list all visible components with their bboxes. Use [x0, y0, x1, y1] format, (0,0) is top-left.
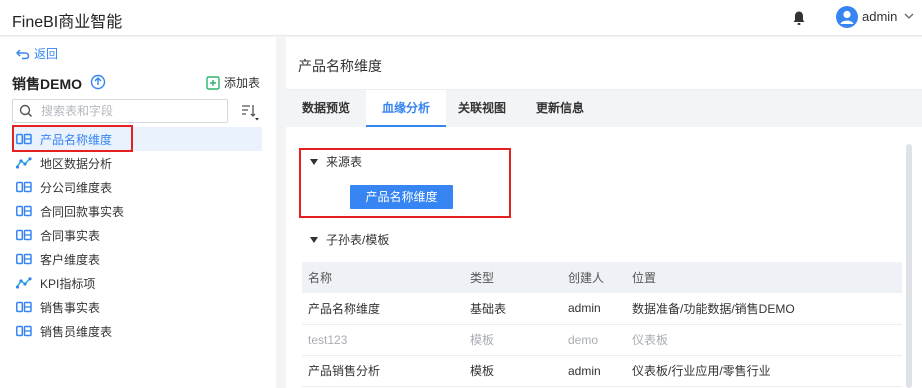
column-header: 位置	[626, 262, 902, 293]
sidebar-item[interactable]: 分公司维度表	[12, 175, 262, 199]
table-cell: admin	[562, 293, 626, 325]
highlight-box	[299, 148, 511, 218]
table-cell: 模板	[464, 324, 562, 356]
table-cell: 产品名称维度	[302, 293, 464, 325]
table-cell: 数据准备/功能数据/销售DEMO	[626, 293, 902, 325]
descendants-table: 名称 类型 创建人 位置 产品名称维度 基础表 admin 数据准备/功能数据/…	[302, 262, 902, 387]
table-cell: 基础表	[464, 293, 562, 325]
caret-down-icon	[310, 236, 318, 243]
table-cell: test123	[302, 324, 464, 356]
sidebar-item-label: 合同回款事实表	[40, 204, 125, 219]
sidebar-item-label: 分公司维度表	[40, 180, 113, 195]
tabs-bar: 数据预览 血缘分析 关联视图 更新信息	[286, 90, 922, 127]
add-table-icon	[206, 75, 220, 90]
scrollbar-thumb[interactable]	[906, 144, 912, 388]
highlight-box	[12, 125, 133, 152]
scrollbar[interactable]	[906, 144, 912, 388]
sidebar-item[interactable]: 客户维度表	[12, 247, 262, 271]
analysis-icon	[12, 277, 40, 289]
table-row[interactable]: 产品名称维度 基础表 admin 数据准备/功能数据/销售DEMO	[302, 293, 902, 325]
table-row[interactable]: 产品销售分析 模板 admin 仪表板/行业应用/零售行业	[302, 355, 902, 387]
column-header: 名称	[302, 262, 464, 293]
user-icon	[840, 10, 854, 24]
back-button[interactable]: 返回	[16, 45, 58, 62]
db-table-icon	[12, 301, 40, 313]
tab-update-info[interactable]: 更新信息	[524, 90, 596, 127]
app-title: FineBI商业智能	[12, 14, 123, 31]
db-table-icon	[12, 181, 40, 193]
table-cell: 模板	[464, 355, 562, 387]
add-table-button[interactable]: 添加表	[206, 74, 260, 91]
db-table-icon	[12, 205, 40, 217]
tab-lineage-analysis[interactable]: 血缘分析	[366, 90, 446, 127]
sidebar-item-label: KPI指标项	[40, 276, 96, 291]
add-table-label: 添加表	[224, 76, 261, 90]
sidebar-item-label: 销售员维度表	[40, 324, 113, 339]
page-title: 产品名称维度	[298, 58, 382, 74]
sidebar-item[interactable]: KPI指标项	[12, 271, 262, 295]
child-section-label: 子孙表/模板	[326, 233, 390, 247]
sidebar-item[interactable]: 合同事实表	[12, 223, 262, 247]
column-header: 创建人	[562, 262, 626, 293]
back-label: 返回	[34, 47, 59, 61]
sidebar-item-label: 客户维度表	[40, 252, 101, 267]
bell-icon[interactable]	[792, 10, 806, 26]
lineage-content: 来源表 产品名称维度 子孙表/模板 名称 类型 创建人 位置 产品名称维度 基础…	[286, 127, 922, 388]
table-cell: 产品销售分析	[302, 355, 464, 387]
db-table-icon	[12, 229, 40, 241]
db-table-icon	[12, 325, 40, 337]
search-icon	[19, 104, 33, 118]
sort-icon[interactable]	[240, 103, 260, 121]
sidebar-item[interactable]: 销售员维度表	[12, 319, 262, 343]
search-box	[12, 99, 228, 123]
search-input[interactable]	[41, 103, 221, 119]
sidebar-item[interactable]: 合同回款事实表	[12, 199, 262, 223]
sidebar-item[interactable]: 地区数据分析	[12, 151, 262, 175]
table-cell: 仪表板/行业应用/零售行业	[626, 355, 902, 387]
table-tree: 产品名称维度 地区数据分析 分公司维度表 合同回款事实表 合同事实表 客户维度表 KPI指标…	[12, 127, 262, 343]
sidebar-item[interactable]: 销售事实表	[12, 295, 262, 319]
tab-relation-view[interactable]: 关联视图	[446, 90, 518, 127]
user-name[interactable]: admin	[862, 9, 897, 24]
table-cell: demo	[562, 324, 626, 356]
sidebar-item-label: 合同事实表	[40, 228, 101, 243]
top-bar: FineBI商业智能 admin	[0, 0, 922, 36]
table-header-row: 名称 类型 创建人 位置	[302, 262, 902, 293]
tab-data-preview[interactable]: 数据预览	[286, 90, 366, 127]
analysis-icon	[12, 157, 40, 169]
table-cell: 仪表板	[626, 324, 902, 356]
column-header: 类型	[464, 262, 562, 293]
sidebar: 返回 销售DEMO 添加表 产品名称维度地区数据分析分公司维度表合同回款事实表合…	[0, 37, 276, 388]
sidebar-item-label: 地区数据分析	[40, 156, 113, 171]
sidebar-item-label: 销售事实表	[40, 300, 101, 315]
package-title: 销售DEMO	[12, 76, 82, 92]
db-table-icon	[12, 253, 40, 265]
table-row[interactable]: test123 模板 demo 仪表板	[302, 324, 902, 356]
back-arrow-icon	[16, 48, 30, 59]
avatar[interactable]	[836, 6, 858, 28]
main-panel: 产品名称维度 数据预览 血缘分析 关联视图 更新信息 来源表 产品名称维度 子孙…	[286, 37, 922, 388]
sync-icon[interactable]	[90, 74, 106, 90]
chevron-down-icon[interactable]	[903, 10, 915, 22]
table-cell: admin	[562, 355, 626, 387]
child-section-header[interactable]: 子孙表/模板	[310, 231, 389, 248]
